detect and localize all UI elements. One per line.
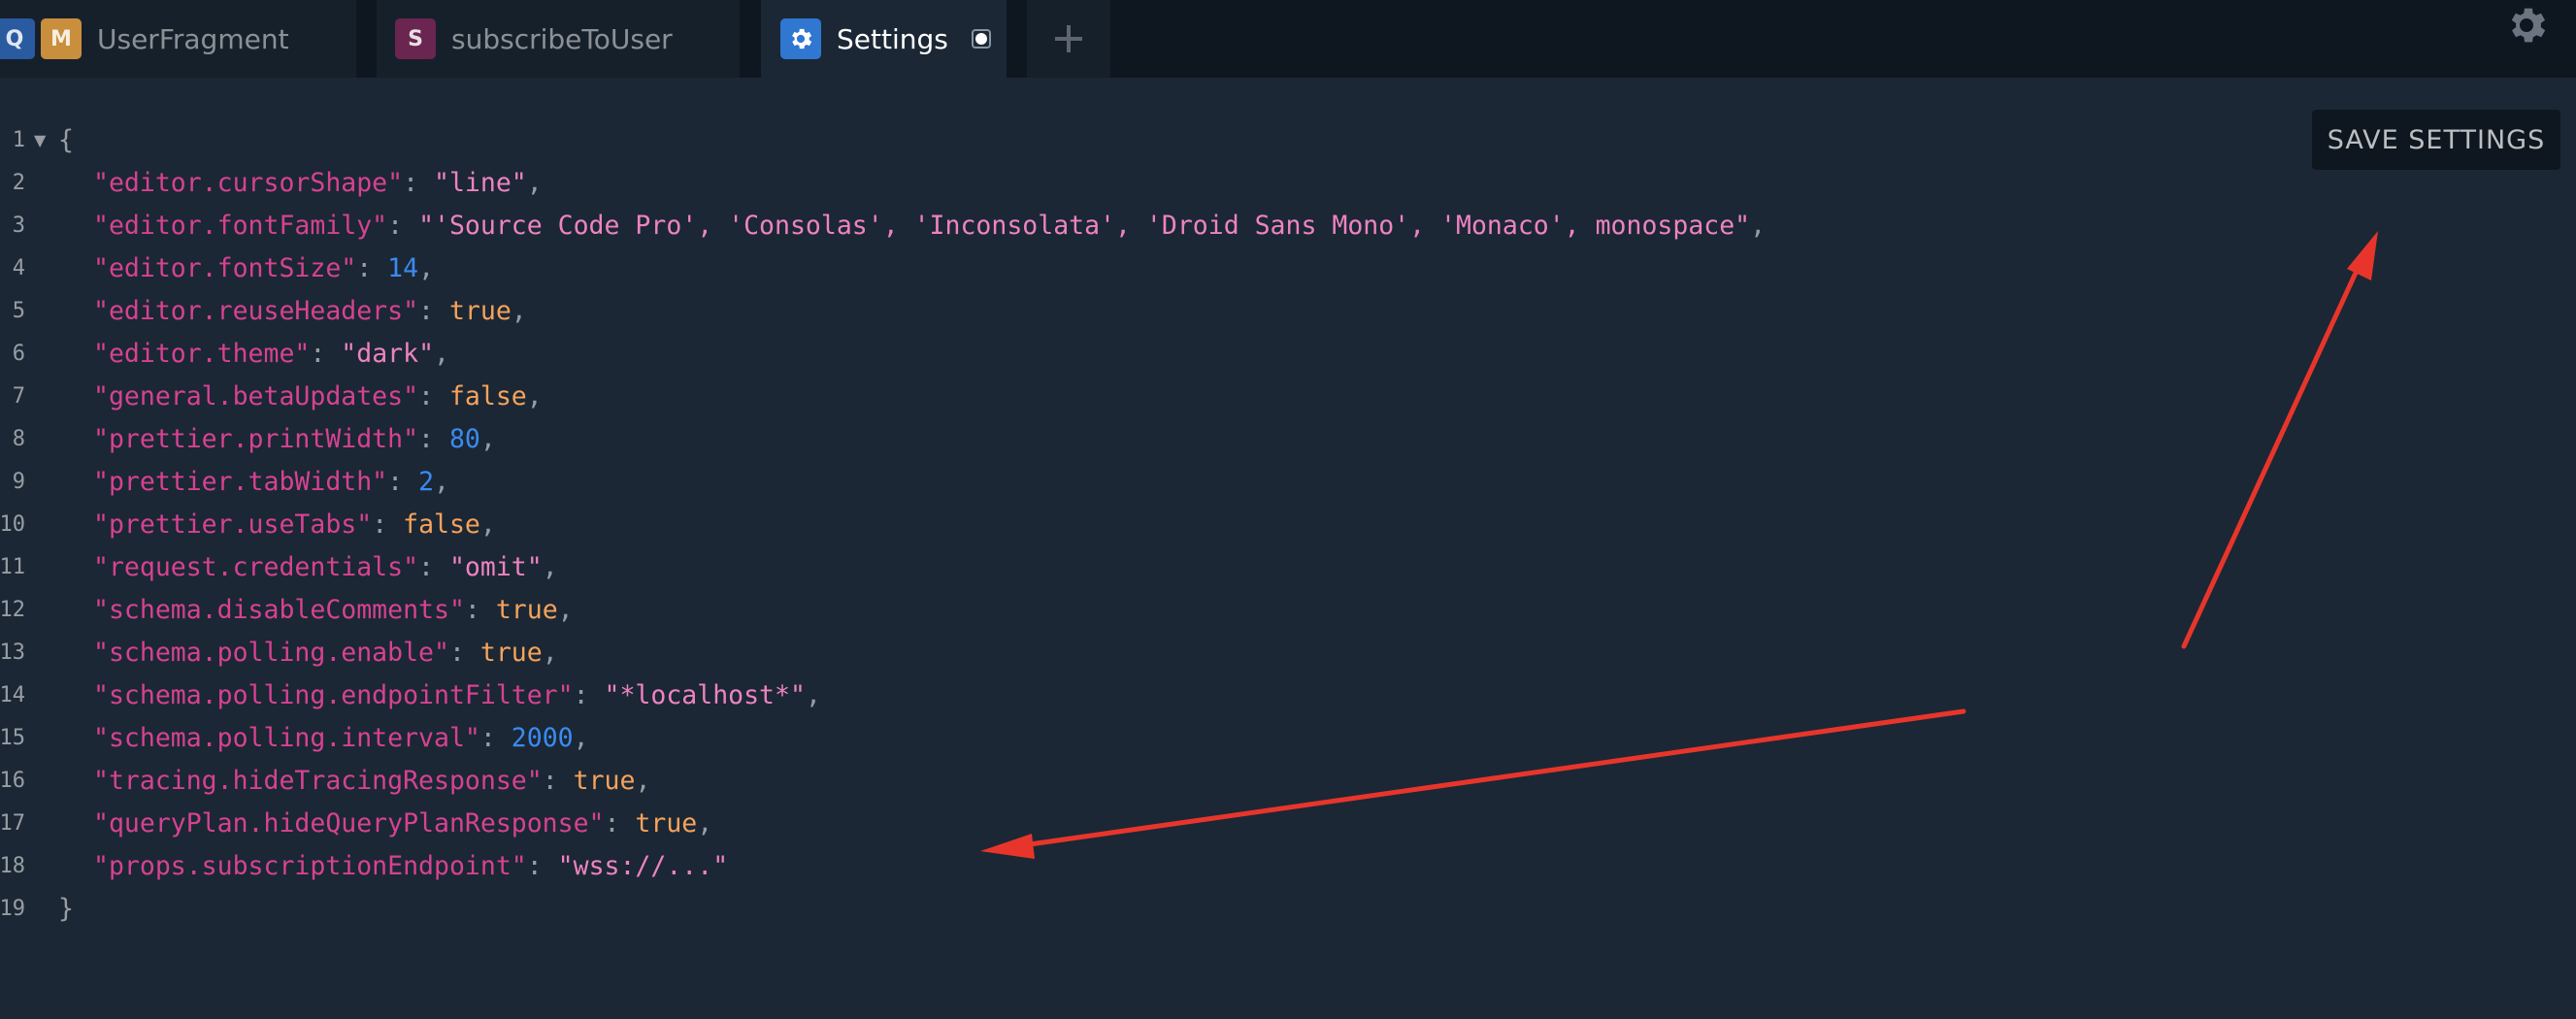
- setting-key: "editor.fontFamily": [93, 210, 388, 241]
- setting-key: "tracing.hideTracingResponse": [93, 765, 543, 796]
- line-number: 9: [12, 469, 25, 494]
- line-number: 10: [0, 511, 25, 537]
- setting-value: "wss://...": [557, 850, 729, 881]
- code-text: "editor.cursorShape": "line",: [93, 167, 543, 198]
- gear-icon: [2511, 8, 2546, 43]
- line-number: 16: [0, 768, 25, 793]
- line-number: 15: [0, 725, 25, 750]
- line-number: 11: [0, 554, 25, 579]
- setting-value: "'Source Code Pro', 'Consolas', 'Inconso…: [418, 210, 1751, 241]
- code-text: "schema.polling.endpointFilter": "*local…: [93, 679, 821, 710]
- add-tab-button[interactable]: [1027, 0, 1110, 78]
- setting-key: "schema.polling.endpointFilter": [93, 679, 574, 710]
- setting-key: "props.subscriptionEndpoint": [93, 850, 527, 881]
- code-text: {: [58, 125, 74, 155]
- setting-value: "dark": [341, 338, 435, 369]
- tab-label: subscribeToUser: [451, 22, 673, 55]
- setting-value: true: [479, 637, 543, 668]
- line-number: 2: [12, 170, 25, 195]
- line-number: 17: [0, 810, 25, 836]
- setting-key: "editor.theme": [93, 338, 311, 369]
- setting-key: "editor.fontSize": [93, 252, 357, 283]
- setting-value: "omit": [448, 551, 543, 582]
- settings-gear-button[interactable]: [2498, 0, 2555, 50]
- settings-page: Q M UserFragment S subscribeToUser Setti…: [0, 0, 2576, 1019]
- tab-userfragment[interactable]: Q M UserFragment: [0, 0, 356, 78]
- setting-key: "schema.polling.interval": [93, 722, 480, 753]
- line-number: 4: [12, 255, 25, 280]
- code-text: "prettier.useTabs": false,: [93, 509, 496, 540]
- line-number: 14: [0, 682, 25, 707]
- setting-value: "*localhost*": [604, 679, 806, 710]
- tab-subscribetouser[interactable]: S subscribeToUser: [377, 0, 740, 78]
- line-number: 6: [12, 341, 25, 366]
- code-text: "editor.fontFamily": "'Source Code Pro',…: [93, 210, 1767, 241]
- code-text: "prettier.tabWidth": 2,: [93, 466, 449, 497]
- line-number: 3: [12, 213, 25, 238]
- subscription-badge: S: [395, 18, 436, 59]
- code-text: "general.betaUpdates": false,: [93, 380, 543, 411]
- line-number: 18: [0, 853, 25, 878]
- query-badge: Q: [0, 18, 35, 59]
- code-text: "editor.fontSize": 14,: [93, 252, 435, 283]
- mutation-badge: M: [41, 18, 82, 59]
- setting-key: "editor.reuseHeaders": [93, 295, 419, 326]
- tab-label: UserFragment: [97, 22, 289, 55]
- setting-key: "request.credentials": [93, 551, 419, 582]
- unsaved-indicator-icon: [971, 29, 991, 49]
- setting-value: 80: [448, 423, 480, 454]
- code-text: "tracing.hideTracingResponse": true,: [93, 765, 651, 796]
- code-text: "schema.disableComments": true,: [93, 594, 574, 625]
- open-brace: {: [58, 124, 74, 155]
- code-text: "editor.theme": "dark",: [93, 338, 449, 369]
- setting-value: true: [448, 295, 512, 326]
- annotation-arrow-to-subscription-endpoint: [980, 708, 1966, 859]
- code-text: "schema.polling.interval": 2000,: [93, 722, 589, 753]
- tab-bar: Q M UserFragment S subscribeToUser Setti…: [0, 0, 2576, 78]
- plus-icon: [1055, 25, 1082, 52]
- code-text: "schema.polling.enable": true,: [93, 637, 558, 668]
- setting-value: 2000: [511, 722, 574, 753]
- setting-key: "prettier.printWidth": [93, 423, 419, 454]
- setting-value: "line": [434, 167, 527, 198]
- code-text: "request.credentials": "omit",: [93, 551, 558, 582]
- line-number: 19: [0, 896, 25, 921]
- setting-value: 14: [387, 252, 419, 283]
- code-text: "editor.reuseHeaders": true,: [93, 295, 527, 326]
- save-settings-button[interactable]: SAVE SETTINGS: [2312, 110, 2560, 170]
- annotation-arrow-to-save-button: [2181, 231, 2378, 649]
- code-text: }: [58, 894, 74, 924]
- code-text: "prettier.printWidth": 80,: [93, 423, 496, 454]
- line-number: 5: [12, 298, 25, 323]
- line-number: 13: [0, 640, 25, 665]
- setting-value: false: [448, 380, 527, 411]
- setting-key: "queryPlan.hideQueryPlanResponse": [93, 807, 605, 838]
- line-number: 7: [12, 383, 25, 409]
- line-number: 1: [12, 127, 25, 152]
- code-text: "props.subscriptionEndpoint": "wss://...…: [93, 850, 729, 881]
- setting-key: "general.betaUpdates": [93, 380, 419, 411]
- line-number: 8: [12, 426, 25, 451]
- setting-value: true: [495, 594, 558, 625]
- fold-triangle-icon[interactable]: ▼: [34, 131, 46, 149]
- setting-value: false: [403, 509, 480, 540]
- line-number: 12: [0, 597, 25, 622]
- tab-settings[interactable]: Settings: [761, 0, 1007, 78]
- gear-icon: [780, 18, 821, 59]
- setting-value: true: [573, 765, 636, 796]
- tab-label: Settings: [837, 22, 948, 55]
- setting-key: "schema.polling.enable": [93, 637, 449, 668]
- setting-key: "prettier.tabWidth": [93, 466, 388, 497]
- setting-value: true: [635, 807, 698, 838]
- setting-key: "prettier.useTabs": [93, 509, 373, 540]
- setting-key: "schema.disableComments": [93, 594, 465, 625]
- close-brace: }: [58, 893, 74, 924]
- code-text: "queryPlan.hideQueryPlanResponse": true,: [93, 807, 713, 838]
- setting-key: "editor.cursorShape": [93, 167, 404, 198]
- setting-value: 2: [418, 466, 435, 497]
